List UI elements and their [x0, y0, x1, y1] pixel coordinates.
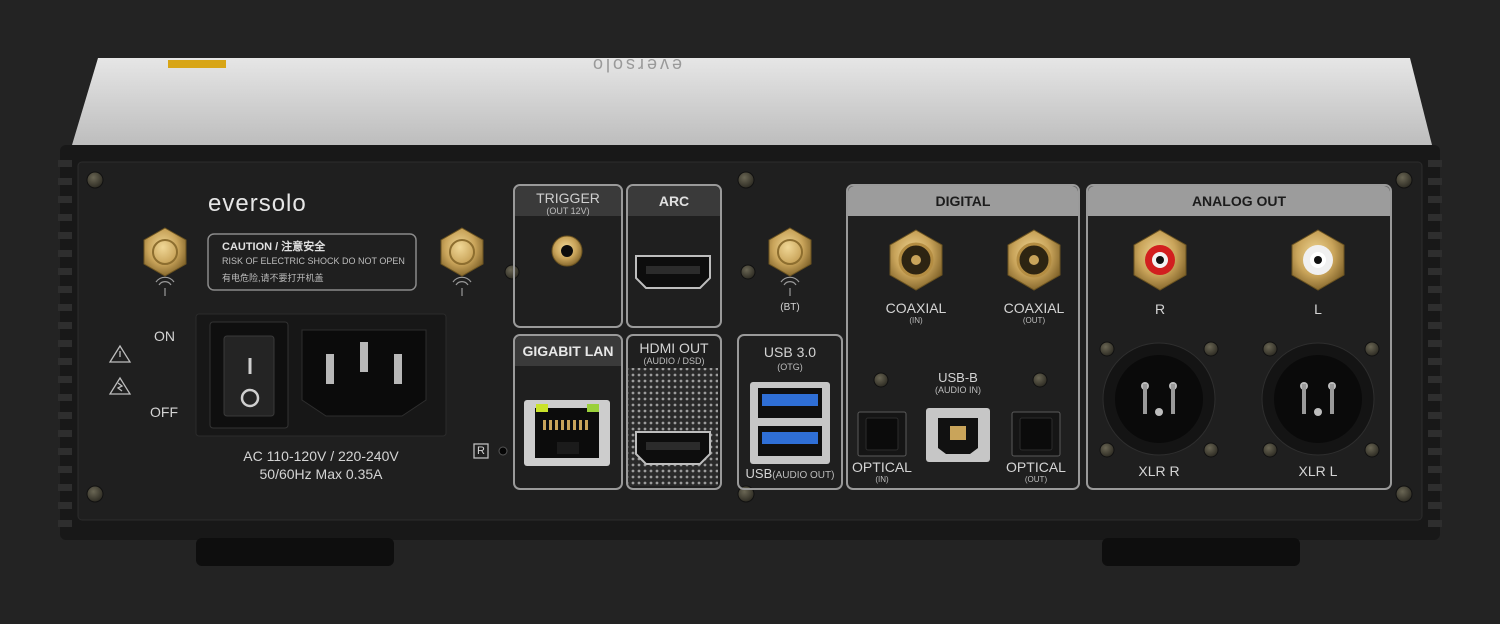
trigger-sub: (OUT 12V): [546, 206, 590, 216]
usb-b-sub: (AUDIO IN): [935, 385, 981, 395]
rca-r-label: R: [1154, 301, 1166, 317]
device-rear-view: TRIGGER (OUT 12V) ARC GIGABIT LAN HDMI O…: [0, 0, 1500, 624]
lid: [72, 58, 1432, 145]
optical-out-label: OPTICAL: [1006, 459, 1066, 475]
usb3-bottom-label: USB: [745, 466, 773, 481]
power-rating-line1: AC 110-120V / 220-240V: [243, 448, 399, 464]
usb-b-label-group: USB-B (AUDIO IN): [918, 370, 998, 395]
optical-out-sub: (OUT): [1024, 475, 1048, 484]
coax-in-sub: (IN): [909, 316, 923, 325]
foot-right: [1102, 538, 1300, 566]
xlr-r-label: XLR R: [1138, 463, 1180, 479]
coax-in-label: COAXIAL: [885, 300, 947, 316]
trigger-header: TRIGGER (OUT 12V): [515, 186, 621, 216]
off-label: OFF: [150, 404, 178, 420]
on-label: ON: [154, 328, 175, 344]
analog-header-label: ANALOG OUT: [1191, 193, 1287, 209]
arc-header: ARC: [628, 186, 720, 216]
hdmi-out-sub: (AUDIO / DSD): [643, 356, 705, 366]
optical-in-label: OPTICAL: [852, 459, 912, 475]
power-rating-line2: 50/60Hz Max 0.35A: [259, 466, 383, 482]
reset-label: R: [477, 445, 485, 457]
usb-b-label: USB-B: [938, 370, 978, 385]
usb3-label: USB 3.0: [763, 344, 817, 360]
digital-section: [846, 184, 1080, 490]
caution-line2: 有电危险,请不要打开机盖: [222, 273, 324, 283]
usb3-sub: (OTG): [777, 362, 803, 372]
caution-title: CAUTION / 注意安全: [222, 241, 326, 253]
lan-header: GIGABIT LAN: [515, 336, 621, 366]
warranty-sticker: [168, 60, 226, 68]
coax-in-label-group: COAXIAL (IN): [876, 300, 956, 325]
xlr-l-label: XLR L: [1298, 463, 1338, 479]
coax-out-label: COAXIAL: [1003, 300, 1065, 316]
lid-logo: eversolo: [590, 55, 683, 75]
lan-label: GIGABIT LAN: [522, 343, 614, 359]
power-switch: [223, 335, 275, 417]
brand-logo: eversolo: [208, 190, 307, 217]
rca-l-label: L: [1314, 301, 1322, 317]
optical-in-sub: (IN): [875, 475, 889, 484]
analog-header: ANALOG OUT: [1088, 186, 1390, 216]
digital-header: DIGITAL: [848, 186, 1078, 216]
hdmi-out-header: HDMI OUT (AUDIO / DSD): [628, 340, 720, 367]
optical-in-label-group: OPTICAL (IN): [842, 459, 922, 485]
analog-section: [1086, 184, 1392, 490]
hdmi-out-label: HDMI OUT: [639, 340, 709, 356]
usb3-bottom-sub: (AUDIO OUT): [772, 470, 835, 481]
coax-out-sub: (OUT): [1022, 316, 1046, 325]
usb3-header: USB 3.0 (OTG): [739, 344, 841, 374]
trigger-label: TRIGGER: [536, 190, 600, 206]
digital-header-label: DIGITAL: [935, 193, 991, 209]
arc-label: ARC: [658, 193, 690, 209]
coax-out-label-group: COAXIAL (OUT): [994, 300, 1074, 325]
usb3-bottom-label-row: USB(AUDIO OUT): [739, 466, 841, 481]
foot-left: [196, 538, 394, 566]
bt-label: (BT): [780, 302, 800, 313]
caution-line1: RISK OF ELECTRIC SHOCK DO NOT OPEN: [222, 256, 405, 266]
optical-out-label-group: OPTICAL (OUT): [996, 459, 1076, 485]
reset-pinhole: [498, 446, 508, 456]
